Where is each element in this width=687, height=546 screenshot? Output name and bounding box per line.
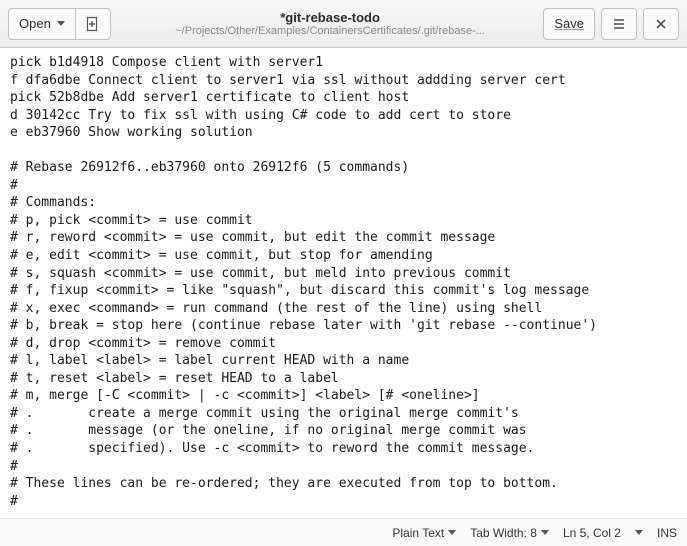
- open-label: Open: [19, 16, 51, 31]
- new-document-button[interactable]: [75, 8, 111, 40]
- tab-width-label: Tab Width: 8: [470, 526, 537, 540]
- tab-width-selector[interactable]: Tab Width: 8: [470, 526, 549, 540]
- window-subtitle: ~/Projects/Other/Examples/ContainersCert…: [150, 25, 510, 37]
- syntax-label: Plain Text: [392, 526, 444, 540]
- insert-mode[interactable]: INS: [657, 526, 677, 540]
- headerbar: Open *git-rebase-todo ~/Projects/Other/E…: [0, 0, 687, 48]
- insert-mode-label: INS: [657, 526, 677, 540]
- cursor-position[interactable]: Ln 5, Col 2: [563, 526, 621, 540]
- title-area: *git-rebase-todo ~/Projects/Other/Exampl…: [117, 10, 544, 37]
- save-button[interactable]: Save: [543, 8, 595, 40]
- menu-button[interactable]: [601, 8, 637, 40]
- new-document-icon: [85, 16, 101, 32]
- hamburger-icon: [611, 16, 627, 32]
- chevron-down-icon: [635, 530, 643, 535]
- syntax-selector[interactable]: Plain Text: [392, 526, 456, 540]
- chevron-down-icon: [57, 21, 65, 26]
- close-icon: [654, 17, 668, 31]
- close-button[interactable]: [643, 8, 679, 40]
- window-title: *git-rebase-todo: [117, 10, 544, 25]
- cursor-position-label: Ln 5, Col 2: [563, 526, 621, 540]
- open-button[interactable]: Open: [8, 8, 75, 40]
- chevron-down-icon: [541, 530, 549, 535]
- text-editor[interactable]: pick b1d4918 Compose client with server1…: [0, 48, 687, 518]
- open-group: Open: [8, 8, 111, 40]
- save-label: Save: [554, 16, 584, 31]
- chevron-down-icon: [448, 530, 456, 535]
- statusbar: Plain Text Tab Width: 8 Ln 5, Col 2 INS: [0, 518, 687, 546]
- right-group: Save: [543, 8, 679, 40]
